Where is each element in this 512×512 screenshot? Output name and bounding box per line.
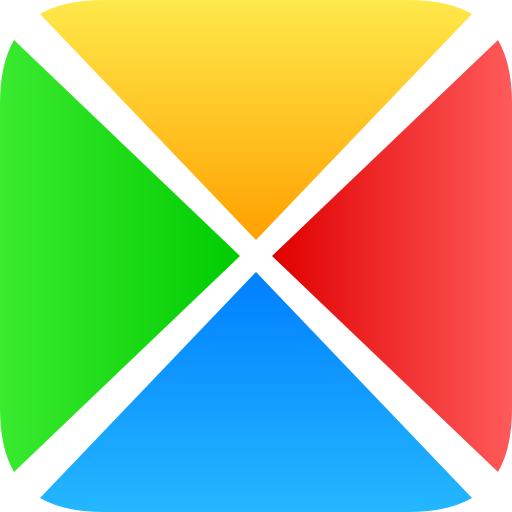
quadrant-icon	[0, 0, 512, 512]
app-icon	[0, 0, 512, 512]
